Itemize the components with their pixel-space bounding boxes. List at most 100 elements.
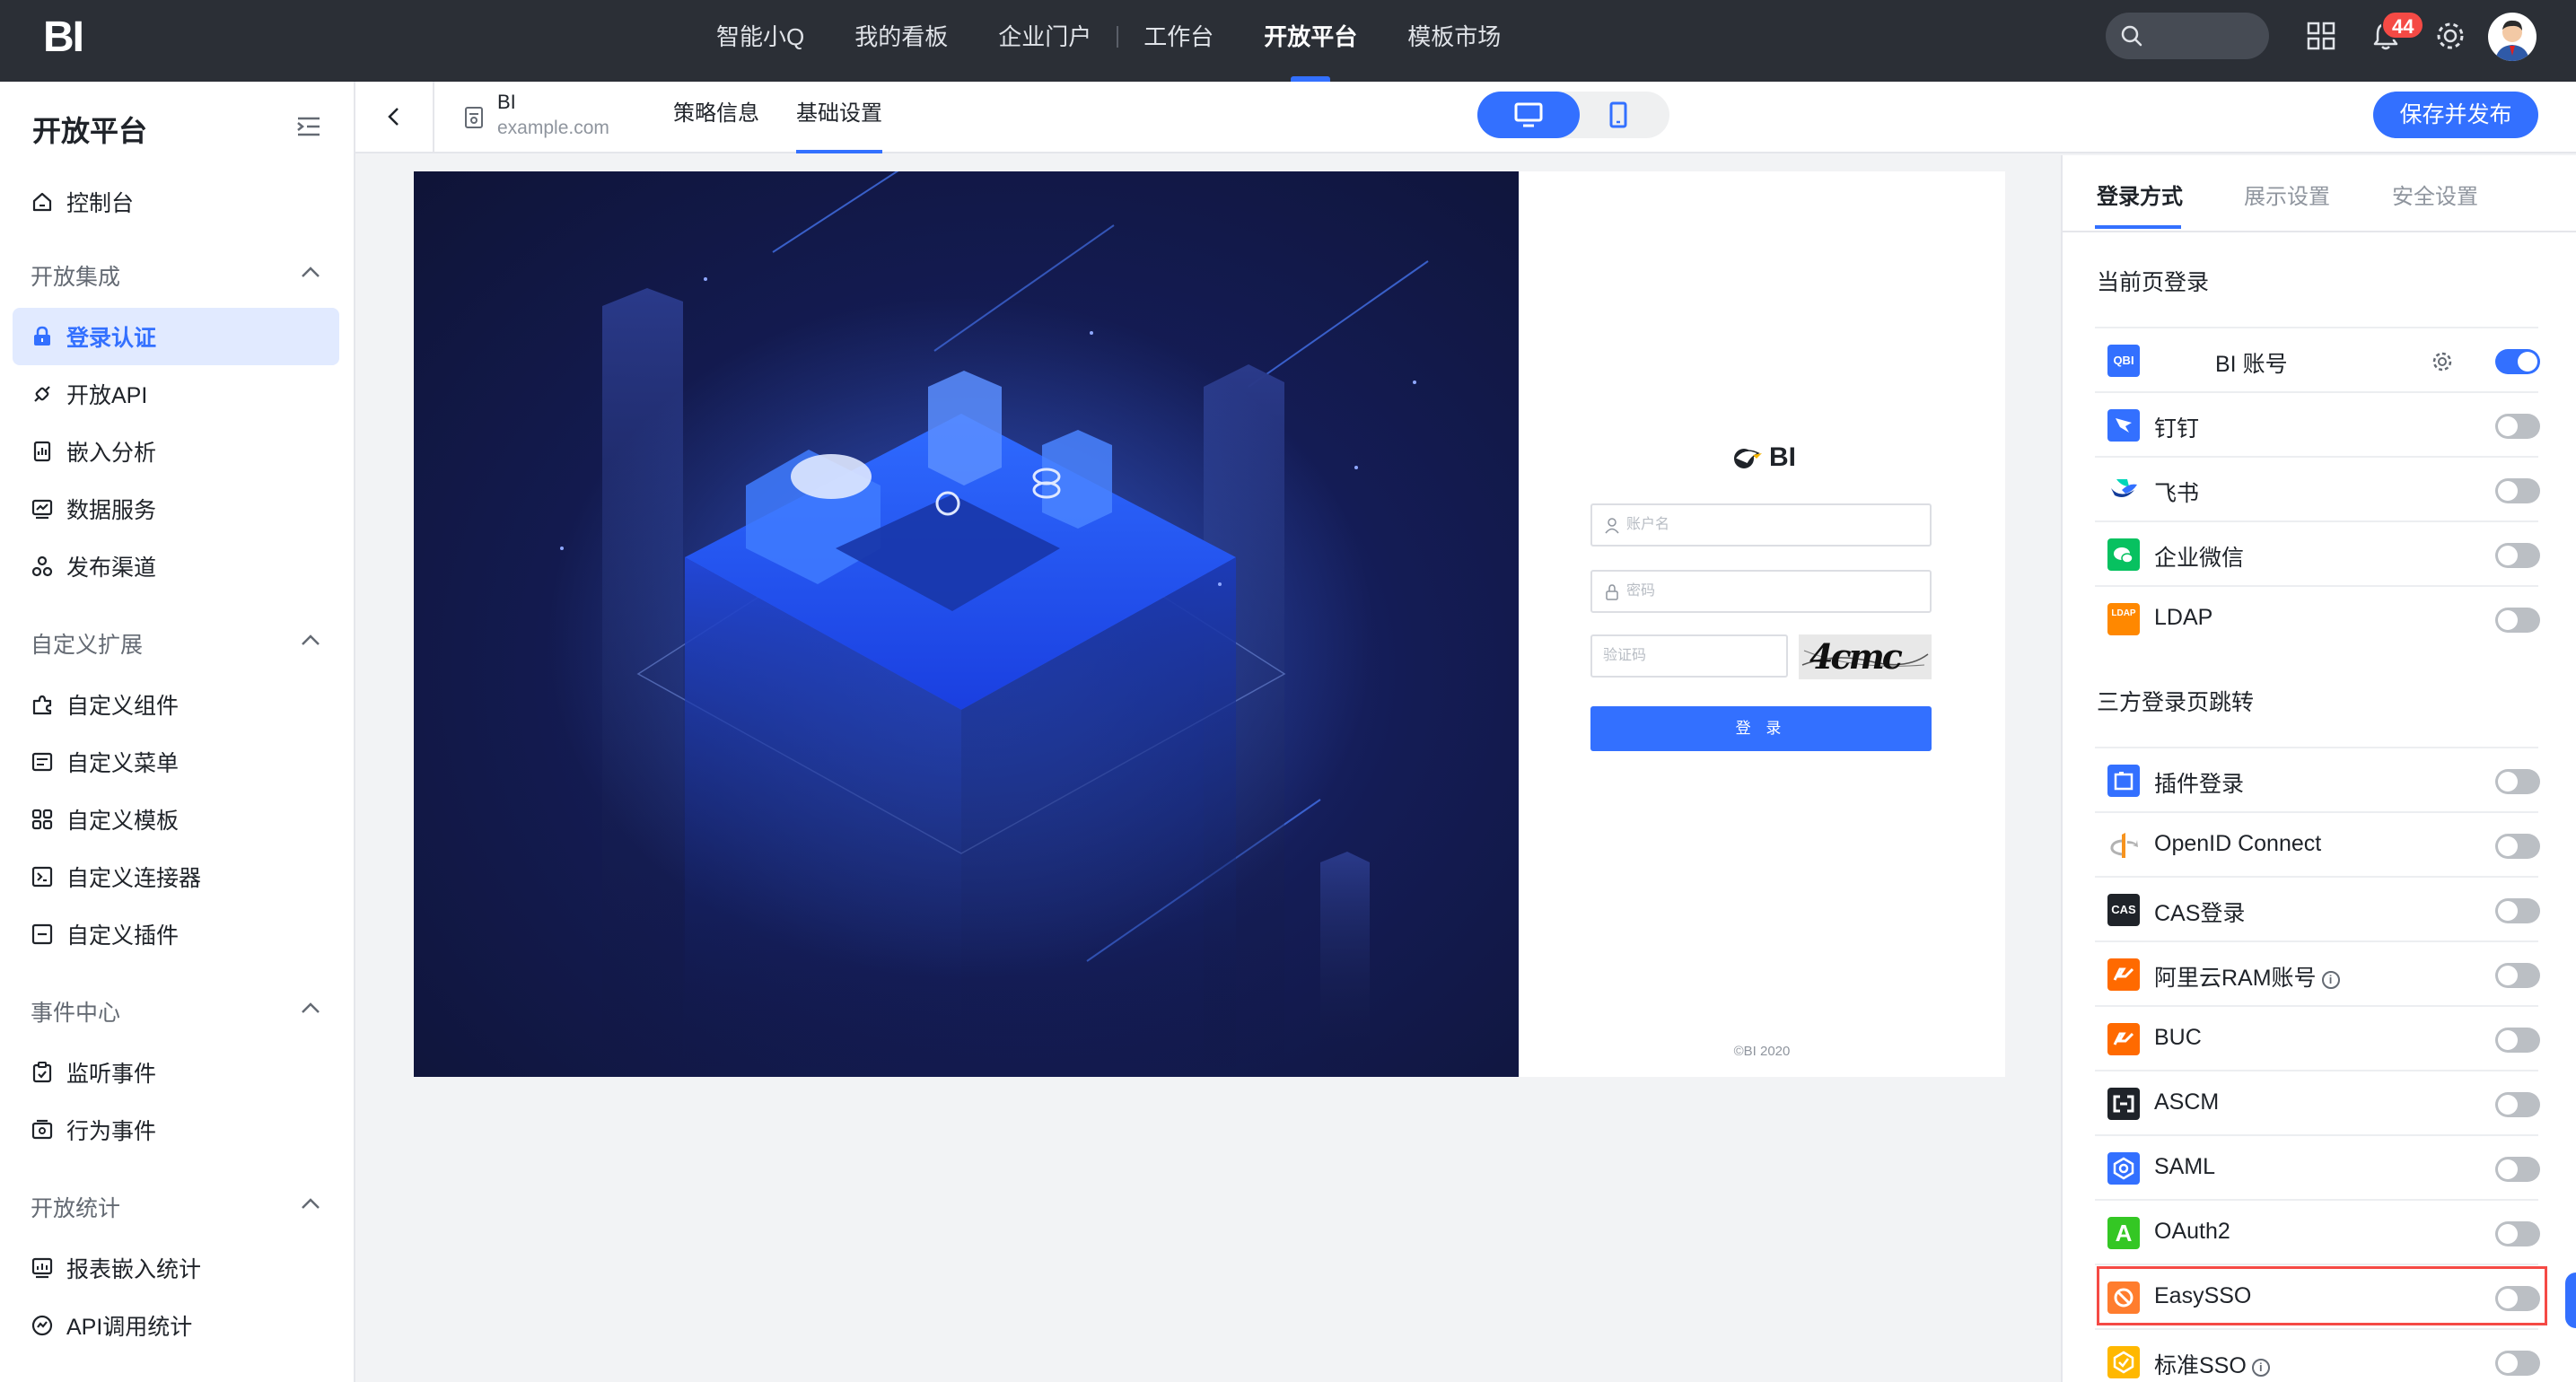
sidebar-item-custom-menu[interactable]: 自定义菜单 bbox=[13, 733, 339, 791]
bi-account-toggle[interactable] bbox=[2495, 349, 2540, 374]
tab-basic-settings[interactable]: 基础设置 bbox=[796, 82, 882, 153]
report-stats-icon bbox=[31, 1257, 53, 1279]
aliyun-icon bbox=[2107, 958, 2140, 991]
sidebar-item-label: 数据服务 bbox=[66, 498, 157, 523]
chevron-up-icon[interactable] bbox=[300, 633, 321, 647]
login-option-ascm: ASCM bbox=[2095, 1070, 2540, 1134]
chevron-up-icon[interactable] bbox=[300, 265, 321, 279]
ascm-toggle[interactable] bbox=[2495, 1092, 2540, 1117]
sidebar-item-custom-connector[interactable]: 自定义连接器 bbox=[13, 848, 339, 905]
option-label-text: 阿里云RAM账号 bbox=[2154, 966, 2317, 991]
login-option-aliyun-ram: 阿里云RAM账号 i bbox=[2095, 940, 2540, 1005]
sidebar-item-login-auth[interactable]: 登录认证 bbox=[13, 308, 339, 365]
sidebar-group-open-statistics[interactable]: 开放统计 bbox=[31, 1191, 120, 1223]
sidebar-group-event-center[interactable]: 事件中心 bbox=[31, 995, 120, 1028]
option-label: SAML bbox=[2154, 1154, 2216, 1179]
floating-help-button[interactable] bbox=[2565, 1273, 2576, 1328]
login-option-bi-account: QBI BI 账号 bbox=[2095, 327, 2540, 391]
sidebar-item-publish-channel[interactable]: 发布渠道 bbox=[13, 538, 339, 595]
sidebar-item-data-service[interactable]: 数据服务 bbox=[13, 480, 339, 538]
collapse-menu-icon[interactable] bbox=[296, 116, 321, 137]
nav-my-dashboards[interactable]: 我的看板 bbox=[829, 0, 973, 82]
username-input[interactable]: 账户名 bbox=[1590, 503, 1932, 547]
sidebar: 开放平台 控制台 开放集成 登录认证 开放API 嵌入分析 数据服务 发布渠道 … bbox=[0, 82, 355, 1382]
tab-login-method[interactable]: 登录方式 bbox=[2097, 179, 2183, 210]
login-button[interactable]: 登 录 bbox=[1590, 706, 1932, 751]
behavior-monitor-icon bbox=[31, 1119, 53, 1140]
oauth2-toggle[interactable] bbox=[2495, 1221, 2540, 1246]
active-tab-indicator bbox=[2095, 225, 2181, 229]
back-button[interactable] bbox=[355, 82, 434, 153]
saml-toggle[interactable] bbox=[2495, 1157, 2540, 1182]
sidebar-item-behavior-event[interactable]: 行为事件 bbox=[13, 1101, 339, 1159]
tab-display-settings[interactable]: 展示设置 bbox=[2244, 179, 2330, 210]
standard-sso-toggle[interactable] bbox=[2495, 1351, 2540, 1376]
sidebar-item-listen-event[interactable]: 监听事件 bbox=[13, 1044, 339, 1101]
nav-open-platform[interactable]: 开放平台 bbox=[1239, 0, 1382, 82]
sidebar-item-label: 发布渠道 bbox=[66, 555, 157, 581]
info-icon[interactable]: i bbox=[2251, 1359, 2270, 1377]
sidebar-group-open-integration[interactable]: 开放集成 bbox=[31, 259, 120, 292]
option-label: OAuth2 bbox=[2154, 1219, 2230, 1244]
plugin-login-icon bbox=[2107, 765, 2140, 797]
option-label: LDAP bbox=[2154, 605, 2213, 630]
info-icon[interactable]: i bbox=[2321, 971, 2340, 989]
sidebar-item-report-embed-stats[interactable]: 报表嵌入统计 bbox=[13, 1239, 339, 1297]
nav-enterprise-portal[interactable]: 企业门户 bbox=[973, 0, 1117, 82]
user-avatar[interactable] bbox=[2488, 13, 2537, 61]
home-icon bbox=[32, 192, 52, 212]
ldap-toggle[interactable] bbox=[2495, 608, 2540, 633]
sidebar-item-api-call-stats[interactable]: API调用统计 bbox=[13, 1297, 339, 1354]
sidebar-item-label: 登录认证 bbox=[66, 326, 157, 351]
option-label: OpenID Connect bbox=[2154, 831, 2322, 856]
sidebar-item-open-api[interactable]: 开放API bbox=[13, 365, 339, 423]
desktop-view-button[interactable] bbox=[1477, 92, 1580, 138]
wecom-icon bbox=[2107, 538, 2140, 571]
sidebar-item-custom-component[interactable]: 自定义组件 bbox=[13, 676, 339, 733]
easysso-highlight-box bbox=[2097, 1266, 2547, 1325]
mobile-view-button[interactable] bbox=[1567, 92, 1669, 138]
api-stats-icon bbox=[31, 1315, 53, 1336]
nav-workbench[interactable]: 工作台 bbox=[1118, 0, 1239, 82]
feishu-toggle[interactable] bbox=[2495, 478, 2540, 503]
lock-icon bbox=[34, 326, 50, 346]
template-grid-icon bbox=[31, 809, 53, 830]
sidebar-item-custom-plugin[interactable]: 自定义插件 bbox=[13, 905, 339, 963]
apps-grid-icon[interactable] bbox=[2303, 18, 2339, 54]
login-brand-text: BI bbox=[1769, 442, 1796, 472]
bi-account-icon: QBI bbox=[2107, 345, 2140, 377]
chevron-up-icon[interactable] bbox=[300, 1001, 321, 1015]
sidebar-group-custom-extension[interactable]: 自定义扩展 bbox=[31, 627, 143, 660]
sidebar-item-label: 自定义组件 bbox=[66, 694, 180, 719]
save-and-publish-button[interactable]: 保存并发布 bbox=[2373, 92, 2538, 138]
dingtalk-icon bbox=[2107, 409, 2140, 442]
login-option-dingtalk: 钉钉 bbox=[2095, 391, 2540, 456]
sidebar-item-label: API调用统计 bbox=[66, 1315, 193, 1340]
sidebar-item-custom-template[interactable]: 自定义模板 bbox=[13, 791, 339, 848]
dingtalk-toggle[interactable] bbox=[2495, 414, 2540, 439]
chevron-up-icon[interactable] bbox=[300, 1196, 321, 1211]
plugin-login-toggle[interactable] bbox=[2495, 769, 2540, 794]
tabs-divider bbox=[2063, 231, 2576, 232]
wecom-toggle[interactable] bbox=[2495, 543, 2540, 568]
aliyun-ram-toggle[interactable] bbox=[2495, 963, 2540, 988]
settings-gear-icon[interactable] bbox=[2432, 18, 2468, 54]
captcha-image[interactable]: 4cmc bbox=[1799, 634, 1932, 679]
bi-logo[interactable]: BI bbox=[43, 13, 84, 62]
cas-toggle[interactable] bbox=[2495, 898, 2540, 923]
login-option-buc: BUC bbox=[2095, 1005, 2540, 1070]
sidebar-item-console[interactable]: 控制台 bbox=[13, 173, 339, 231]
search-box[interactable] bbox=[2106, 13, 2269, 59]
tab-strategy-info[interactable]: 策略信息 bbox=[673, 82, 759, 153]
nav-smart-q[interactable]: 智能小Q bbox=[691, 0, 829, 82]
buc-toggle[interactable] bbox=[2495, 1028, 2540, 1053]
option-label: CAS登录 bbox=[2154, 901, 2246, 926]
openid-toggle[interactable] bbox=[2495, 834, 2540, 859]
password-input[interactable]: 密码 bbox=[1590, 570, 1932, 613]
gear-icon[interactable] bbox=[2431, 350, 2454, 373]
tab-security-settings[interactable]: 安全设置 bbox=[2392, 179, 2478, 210]
nav-template-market[interactable]: 模板市场 bbox=[1382, 0, 1526, 82]
option-label: 飞书 bbox=[2154, 481, 2200, 506]
captcha-input[interactable]: 验证码 bbox=[1590, 634, 1788, 678]
sidebar-item-embed-analysis[interactable]: 嵌入分析 bbox=[13, 423, 339, 480]
